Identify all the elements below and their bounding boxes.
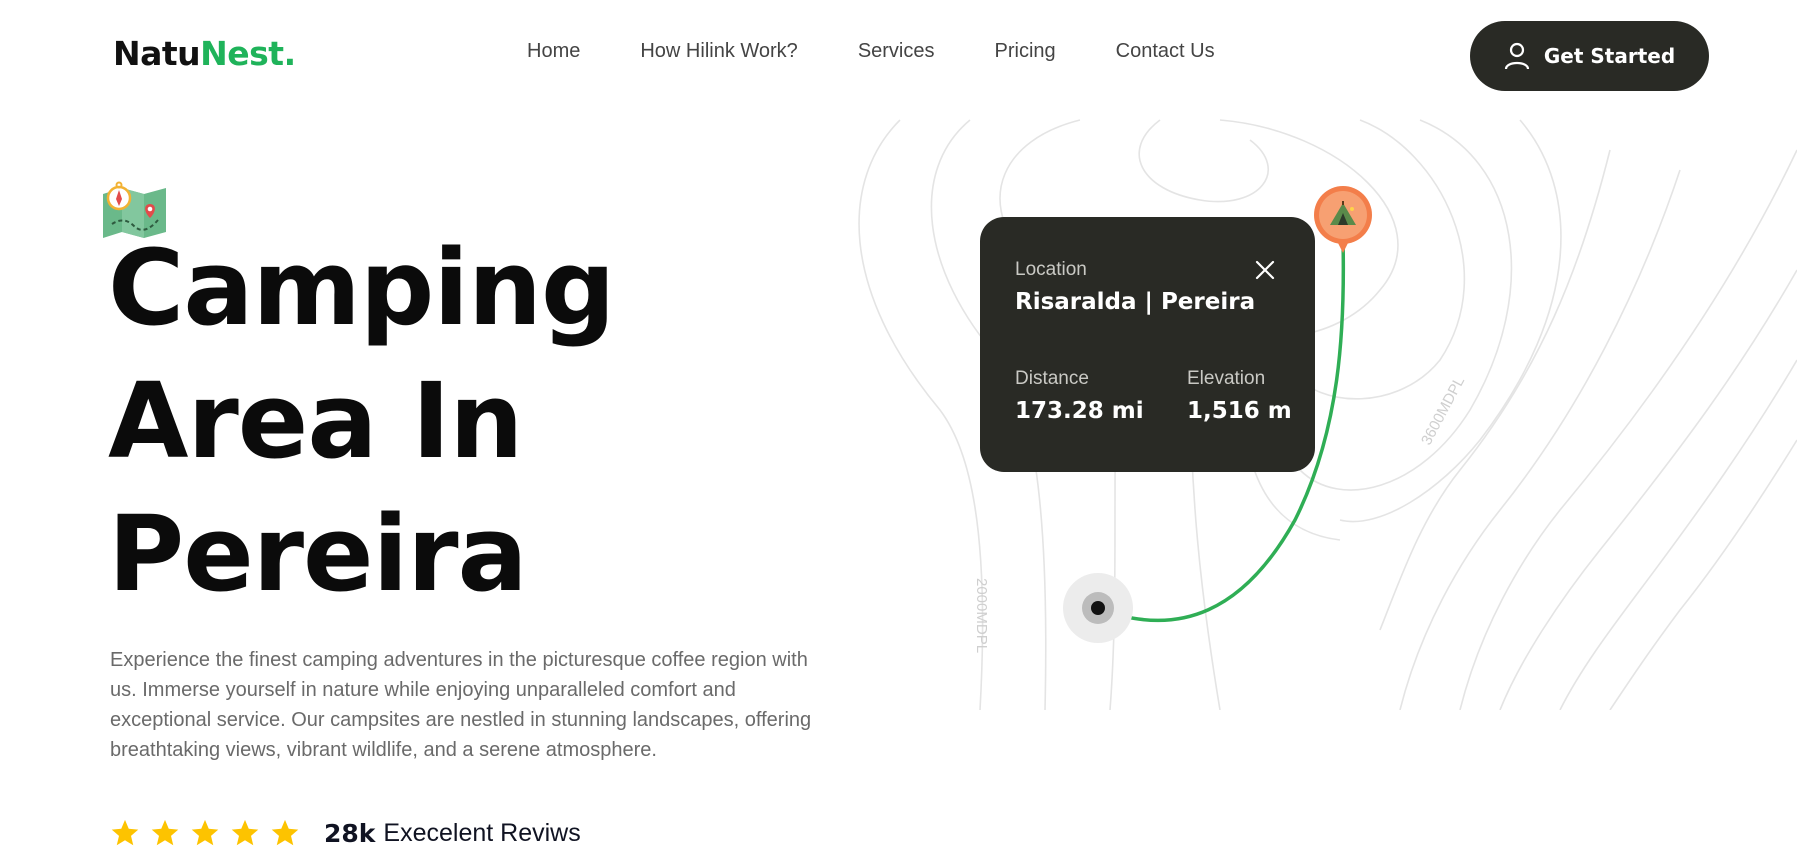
location-card: Location Risaralda | Pereira Distance 17… <box>980 217 1315 472</box>
origin-marker-icon <box>1063 573 1133 643</box>
elevation-value: 1,516 m <box>1187 398 1292 424</box>
location-label: Location <box>1015 259 1087 280</box>
close-icon[interactable] <box>1254 259 1276 281</box>
location-value: Risaralda | Pereira <box>1015 289 1256 315</box>
distance-value: 173.28 mi <box>1015 398 1144 424</box>
distance-label: Distance <box>1015 368 1089 389</box>
route-overlay <box>1063 186 1372 643</box>
elevation-label: Elevation <box>1187 368 1266 389</box>
